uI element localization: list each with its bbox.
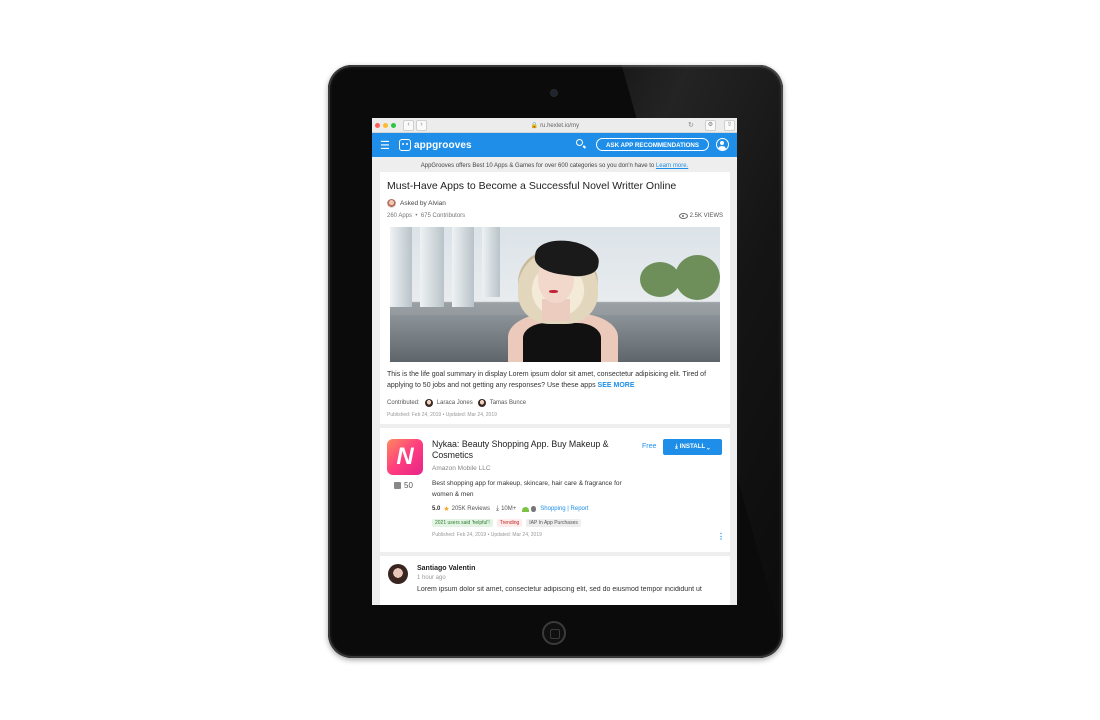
star-icon: ★ <box>443 506 450 513</box>
trending-badge: Trending <box>496 519 523 527</box>
install-button[interactable]: ⤓ INSTALL ⌄ <box>663 439 722 455</box>
rating-value: 5.0 <box>432 506 441 512</box>
stats-separator: • <box>413 213 420 219</box>
tablet-frame: ‹ › 🔒 ru.hexlet.io/my ↻ ⚙ ⇧ ☰ appgrooves… <box>328 65 783 658</box>
woman-dress <box>523 323 601 362</box>
app-developer[interactable]: Amazon Mobile LLC <box>432 465 491 472</box>
thumbs-up-icon <box>394 482 401 489</box>
eye-icon <box>678 213 688 219</box>
home-button[interactable] <box>542 621 566 645</box>
category-link[interactable]: Shopping | Report <box>540 506 588 512</box>
question-stats: 260 Apps • 675 Contributors <box>387 213 465 219</box>
comment-card: Santiago Valentin 1 hour ago Lorem ipsum… <box>380 556 730 605</box>
asker-avatar[interactable] <box>387 199 396 208</box>
likes-value: 50 <box>404 481 413 490</box>
reload-icon[interactable]: ↻ <box>688 121 694 129</box>
contributed-label: Contributed: <box>387 400 420 406</box>
maximize-window-icon[interactable] <box>391 122 396 128</box>
download-count-icon: ⤓ <box>495 505 500 512</box>
published-date: Published: Feb 24, 2019 • Updated: Mar 2… <box>387 412 497 418</box>
logo[interactable]: appgrooves <box>399 139 472 151</box>
app-header: ☰ appgrooves ASK APP RECOMMENDATIONS <box>372 133 737 157</box>
reviews-count[interactable]: 205K Reviews <box>452 506 490 512</box>
app-price: Free <box>642 443 657 450</box>
contributors-count: 675 Contributors <box>420 213 466 219</box>
close-window-icon[interactable] <box>375 122 380 128</box>
url-text: ru.hexlet.io/my <box>540 122 580 129</box>
chevron-down-icon: ⌄ <box>706 443 710 450</box>
more-options-icon[interactable]: ⋮ <box>717 532 725 541</box>
install-label: INSTALL <box>679 443 706 450</box>
likes-count[interactable]: 50 <box>394 481 413 490</box>
info-text: AppGrooves offers Best 10 Apps & Games f… <box>420 163 656 169</box>
comment-text: Lorem ipsum dolor sit amet, consectetur … <box>417 586 702 593</box>
summary-text: This is the life goal summary in display… <box>387 371 707 389</box>
logo-icon <box>399 139 411 151</box>
app-title[interactable]: Nykaa: Beauty Shopping App. Buy Makeup &… <box>432 439 622 461</box>
user-account-icon[interactable] <box>716 138 729 151</box>
helpful-badge: 2021 users said 'helpful'! <box>432 519 493 527</box>
apple-icon <box>531 506 537 512</box>
app-tags: 2021 users said 'helpful'! Trending IAP … <box>432 519 585 527</box>
app-published-date: Published: Feb 24, 2019 • Updated: Mar 2… <box>432 532 542 538</box>
ask-recommendations-button[interactable]: ASK APP RECOMMENDATIONS <box>596 138 709 151</box>
contributor-avatar[interactable] <box>477 399 486 407</box>
download-icon: ⤓ <box>675 443 678 450</box>
commenter-name[interactable]: Santiago Valentin <box>417 565 475 572</box>
hamburger-menu-icon[interactable]: ☰ <box>380 139 390 152</box>
search-icon[interactable] <box>576 139 583 146</box>
camera-icon <box>551 90 557 96</box>
learn-more-link[interactable]: Learn more. <box>656 163 688 169</box>
question-summary: This is the life goal summary in display… <box>387 369 725 391</box>
contributor-avatar[interactable] <box>424 399 433 407</box>
pillar-shape <box>482 227 500 297</box>
apps-count: 260 Apps <box>387 213 413 219</box>
logo-text: appgrooves <box>414 139 472 151</box>
hero-image[interactable] <box>390 227 720 362</box>
app-description: Best shopping app for makeup, skincare, … <box>432 480 622 498</box>
tablet-screen: ‹ › 🔒 ru.hexlet.io/my ↻ ⚙ ⇧ ☰ appgrooves… <box>372 118 737 605</box>
asked-by: Asked by Alvian <box>387 199 446 208</box>
tree-shape <box>640 262 680 297</box>
question-card: Must-Have Apps to Become a Successful No… <box>380 172 730 424</box>
pillar-shape <box>420 227 444 307</box>
android-icon <box>522 506 530 512</box>
browser-toolbar: ‹ › 🔒 ru.hexlet.io/my ↻ ⚙ ⇧ <box>372 118 737 133</box>
commenter-avatar[interactable] <box>388 564 408 584</box>
pillar-shape <box>452 227 474 307</box>
comment-time: 1 hour ago <box>417 575 446 581</box>
contributor-name[interactable]: Laraca Jones <box>437 400 473 406</box>
contributed-row: Contributed: Laraca Jones Tamas Bunce <box>387 399 526 407</box>
downloads-count: 10M+ <box>501 506 517 512</box>
minimize-window-icon[interactable] <box>383 122 388 128</box>
pillar-shape <box>390 227 412 307</box>
woman-lips <box>549 290 558 293</box>
tree-shape <box>675 255 720 300</box>
app-meta: 5.0 ★ 205K Reviews ⤓ 10M+ Shopping | Rep… <box>432 505 589 513</box>
address-bar[interactable]: 🔒 ru.hexlet.io/my <box>480 122 630 129</box>
forward-arrow-icon[interactable]: › <box>416 119 427 131</box>
contributor-name[interactable]: Tamas Bunce <box>490 400 526 406</box>
question-title[interactable]: Must-Have Apps to Become a Successful No… <box>387 180 676 192</box>
iap-badge: IAP In App Purchases <box>526 519 581 527</box>
share-icon[interactable]: ⇧ <box>724 120 735 131</box>
app-card: N 50 Nykaa: Beauty Shopping App. Buy Mak… <box>380 428 730 552</box>
views-count: 2.5K VIEWS <box>678 213 723 219</box>
asked-by-text: Asked by Alvian <box>400 200 446 207</box>
see-more-link[interactable]: SEE MORE <box>598 382 635 389</box>
views-text: 2.5K VIEWS <box>689 213 723 219</box>
back-arrow-icon[interactable]: ‹ <box>403 119 414 131</box>
settings-icon[interactable]: ⚙ <box>705 120 716 131</box>
app-icon[interactable]: N <box>387 439 423 475</box>
